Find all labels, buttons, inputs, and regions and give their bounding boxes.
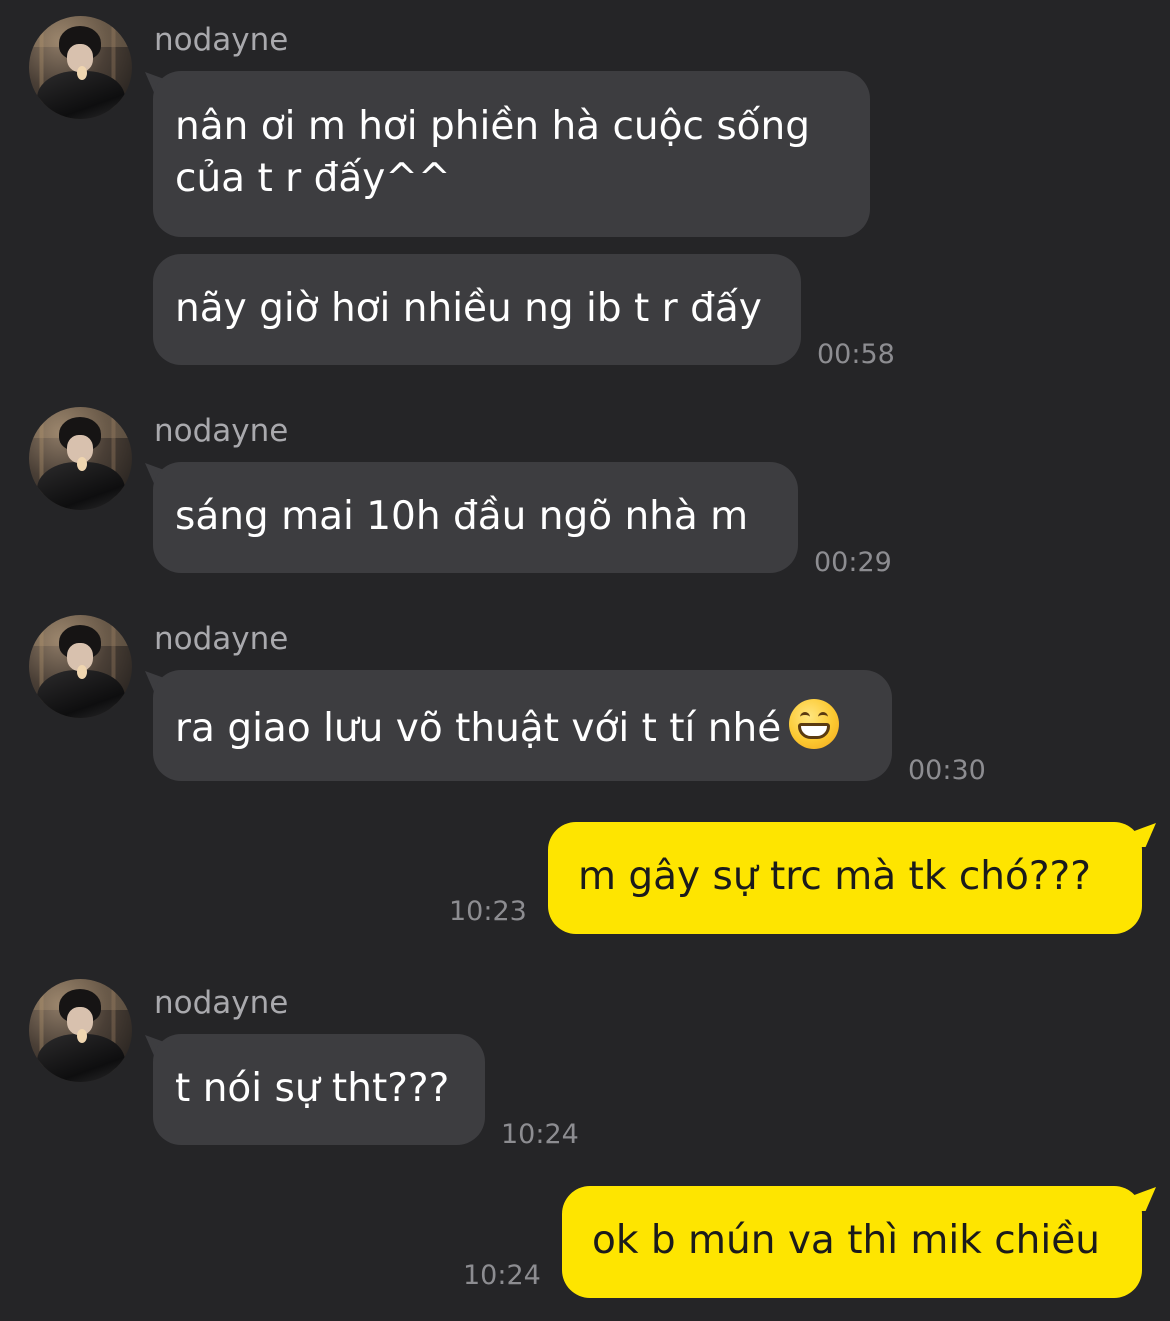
grinning-face-emoji-icon: [789, 699, 840, 749]
avatar[interactable]: [29, 16, 132, 119]
avatar[interactable]: [29, 979, 132, 1082]
message-text: ra giao lưu võ thuật với t tí nhé: [175, 706, 782, 751]
message-bubble[interactable]: t nói sự tht???: [153, 1034, 485, 1145]
message-bubble[interactable]: sáng mai 10h đầu ngõ nhà m: [153, 462, 798, 573]
message-timestamp: 10:23: [449, 896, 527, 927]
message-bubble[interactable]: nãy giờ hơi nhiều ng ib t r đấy: [153, 254, 801, 365]
sender-name: nodayne: [154, 413, 289, 449]
message-bubble[interactable]: m gây sự trc mà tk chó???: [548, 822, 1142, 934]
avatar[interactable]: [29, 615, 132, 718]
message-bubble[interactable]: ra giao lưu võ thuật với t tí nhé: [153, 670, 892, 781]
message-bubble[interactable]: nân ơi m hơi phiền hà cuộc sống của t r …: [153, 71, 870, 237]
avatar[interactable]: [29, 407, 132, 510]
message-timestamp: 00:58: [817, 339, 895, 370]
message-timestamp: 10:24: [501, 1119, 579, 1150]
message-bubble[interactable]: ok b mún va thì mik chiều: [562, 1186, 1142, 1298]
message-timestamp: 00:30: [908, 755, 986, 786]
sender-name: nodayne: [154, 22, 289, 58]
message-timestamp: 10:24: [463, 1260, 541, 1291]
sender-name: nodayne: [154, 985, 289, 1021]
sender-name: nodayne: [154, 621, 289, 657]
message-timestamp: 00:29: [814, 547, 892, 578]
